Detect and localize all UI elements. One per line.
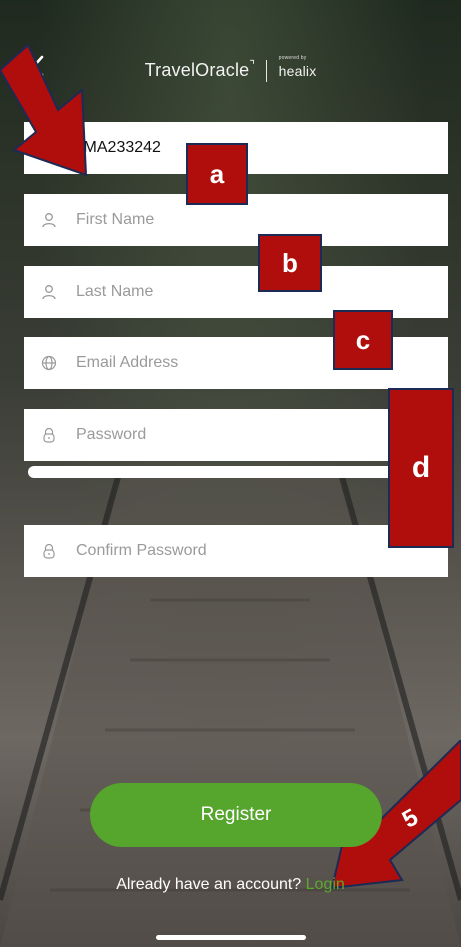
- register-button[interactable]: Register: [90, 783, 382, 847]
- lock-icon: [40, 426, 58, 444]
- last-name-placeholder: Last Name: [76, 283, 154, 300]
- partner-logo: powered by healix: [278, 55, 317, 80]
- globe-icon: [40, 354, 58, 372]
- password-placeholder: Password: [76, 426, 147, 443]
- annotation-arrow-top-left: [0, 43, 88, 177]
- user-icon: [40, 211, 58, 229]
- login-link[interactable]: Login: [306, 876, 345, 893]
- login-prompt: Already have an account? Login: [0, 876, 461, 894]
- email-placeholder: Email Address: [76, 354, 179, 371]
- partner-prefix: powered by: [278, 55, 307, 62]
- brand-mark-icon: ⌝: [249, 58, 256, 72]
- registration-screen: TravelOracle⌝ powered by healix UMA23324…: [0, 0, 461, 947]
- annotation-badge-b: b: [258, 234, 322, 292]
- confirm-password-placeholder: Confirm Password: [76, 542, 207, 559]
- logo-divider: [266, 60, 268, 83]
- annotation-badge-d: d: [388, 388, 454, 548]
- first-name-placeholder: First Name: [76, 211, 155, 228]
- login-prompt-text: Already have an account?: [116, 876, 302, 893]
- lock-icon: [40, 542, 58, 560]
- annotation-badge-a: a: [186, 143, 248, 205]
- partner-name: healix: [278, 63, 317, 80]
- annotation-badge-c: c: [333, 310, 393, 370]
- password-strength-bar: [28, 466, 448, 478]
- confirm-password-field[interactable]: Confirm Password: [24, 525, 448, 577]
- user-icon: [40, 283, 58, 301]
- password-field[interactable]: Password: [24, 409, 448, 461]
- home-indicator: [156, 935, 306, 940]
- brand-name: TravelOracle: [144, 60, 250, 80]
